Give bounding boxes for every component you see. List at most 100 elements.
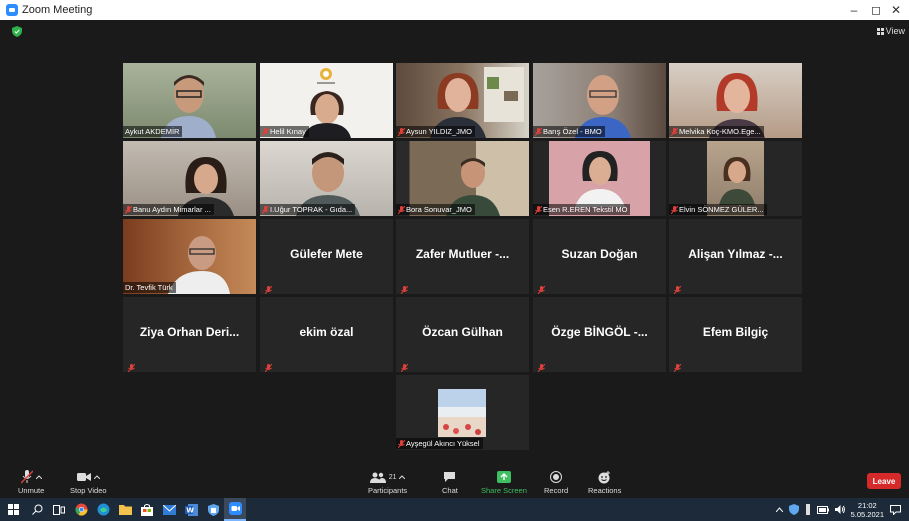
participant-tile[interactable]: Özcan Gülhan	[396, 297, 529, 372]
participant-tile[interactable]: Aysun YILDIZ_JMO	[396, 63, 529, 138]
muted-mic-icon	[673, 359, 682, 372]
participant-tile[interactable]: Esen R.EREN Tekstil MO	[533, 141, 666, 216]
chrome-icon	[74, 503, 87, 516]
muted-mic-icon	[264, 359, 273, 372]
participant-tile[interactable]: Elvin SÖNMEZ GÜLER...	[669, 141, 802, 216]
unmute-button[interactable]: Unmute	[18, 468, 44, 495]
participant-name: Özge BİNGÖL -...	[551, 325, 648, 339]
participant-tile[interactable]: ekim özal	[260, 297, 393, 372]
chevron-up-icon[interactable]	[399, 475, 406, 479]
share-screen-button[interactable]: Share Screen	[481, 468, 527, 495]
muted-mic-icon	[261, 205, 270, 214]
notification-center-icon[interactable]	[890, 504, 901, 515]
participant-tile[interactable]: Bora Sonuvar_JMO	[396, 141, 529, 216]
view-label: View	[885, 26, 905, 36]
participant-name-label: Esen R.EREN Tekstil MO	[533, 204, 631, 215]
zoom-icon	[228, 502, 242, 515]
speaker-volume-icon[interactable]	[834, 505, 845, 514]
participant-tile[interactable]: Helil Kınay	[260, 63, 393, 138]
participant-tile-active-speaker[interactable]: Dr. Tevfik Türk	[123, 219, 256, 294]
muted-mic-icon	[127, 359, 136, 372]
participants-icon	[369, 472, 386, 483]
participant-name-label: Aykut AKDEMİR	[123, 126, 183, 137]
participant-name-label: Dr. Tevfik Türk	[123, 282, 176, 293]
participant-name: Özcan Gülhan	[422, 325, 503, 339]
participant-tile[interactable]: Aykut AKDEMİR	[123, 63, 256, 138]
taskbar-app-zoom[interactable]	[224, 498, 246, 521]
participant-name-label: Bora Sonuvar_JMO	[396, 204, 475, 215]
taskbar-app-chrome[interactable]	[70, 498, 92, 521]
participant-tile[interactable]: Suzan Doğan	[533, 219, 666, 294]
participant-tile[interactable]: Efem Bilgiç	[669, 297, 802, 372]
edge-icon	[97, 503, 109, 516]
unmute-label: Unmute	[18, 486, 45, 495]
participant-tile[interactable]: Gülefer Mete	[260, 219, 393, 294]
muted-mic-icon	[670, 127, 679, 136]
taskbar-app-store[interactable]	[136, 498, 158, 521]
windows-taskbar: W 21:02 5.05.2021	[0, 498, 909, 521]
participant-tile[interactable]: Melvika Koç-KMO.Ege...	[669, 63, 802, 138]
share-screen-icon	[496, 471, 511, 483]
taskbar-app-word[interactable]: W	[180, 498, 202, 521]
taskbar-app-file-explorer[interactable]	[114, 498, 136, 521]
participant-name-label: Barış Özel - BMO	[533, 126, 605, 137]
record-label: Record	[544, 486, 569, 495]
participant-name-label: Melvika Koç-KMO.Ege...	[669, 126, 764, 137]
muted-mic-icon	[400, 281, 409, 294]
shield-icon	[207, 503, 219, 516]
participants-button[interactable]: 21 Participants	[368, 468, 407, 495]
stop-video-button[interactable]: Stop Video	[70, 468, 107, 495]
task-view-button[interactable]	[48, 498, 70, 521]
taskbar-search-button[interactable]	[26, 498, 48, 521]
muted-mic-icon	[537, 281, 546, 294]
muted-mic-icon	[670, 205, 679, 214]
stop-video-label: Stop Video	[70, 486, 107, 495]
participant-name-label: Banu Aydın Mimarlar ...	[123, 204, 214, 215]
participant-tile[interactable]: Ayşegül Akıncı Yüksel	[396, 375, 529, 450]
mail-icon	[162, 504, 176, 515]
windows-start-button[interactable]	[0, 498, 26, 521]
muted-mic-icon	[397, 205, 406, 214]
taskbar-app-mail[interactable]	[158, 498, 180, 521]
participant-tile[interactable]: Ziya Orhan Deri...	[123, 297, 256, 372]
meeting-toolbar: Unmute Stop Video 21 Participants Chat S…	[0, 465, 909, 498]
profile-picture	[438, 389, 486, 437]
muted-mic-icon	[537, 359, 546, 372]
leave-meeting-button[interactable]: Leave	[867, 473, 901, 489]
muted-mic-icon	[534, 127, 543, 136]
participant-tile[interactable]: I.Uğur TOPRAK - Gıda...	[260, 141, 393, 216]
reactions-label: Reactions	[588, 486, 622, 495]
close-button[interactable]: ✕	[882, 0, 909, 20]
record-button[interactable]: Record	[544, 468, 568, 495]
participant-tile[interactable]: Zafer Mutluer -...	[396, 219, 529, 294]
clock-date: 5.05.2021	[850, 509, 884, 519]
smiley-reaction-icon	[598, 470, 611, 483]
folder-icon	[118, 505, 132, 515]
taskbar-app-security[interactable]	[202, 498, 224, 521]
participant-tile[interactable]: Barış Özel - BMO	[533, 63, 666, 138]
battery-icon[interactable]	[816, 505, 829, 514]
chevron-up-icon[interactable]	[35, 475, 42, 479]
muted-mic-icon	[261, 127, 270, 136]
logo-emblem-icon	[317, 68, 335, 84]
defender-shield-icon[interactable]	[788, 504, 799, 515]
task-view-icon	[53, 504, 65, 515]
usb-drive-icon[interactable]	[805, 504, 811, 515]
muted-mic-icon	[534, 205, 543, 214]
participant-name-label: Elvin SÖNMEZ GÜLER...	[669, 204, 767, 215]
chevron-up-icon[interactable]	[775, 507, 783, 512]
taskbar-app-edge[interactable]	[92, 498, 114, 521]
reactions-button[interactable]: Reactions	[588, 468, 621, 495]
taskbar-clock[interactable]: 21:02 5.05.2021	[851, 501, 884, 519]
encryption-shield-icon[interactable]	[12, 26, 22, 37]
participant-name: Ziya Orhan Deri...	[139, 325, 240, 339]
participant-tile[interactable]: Alişan Yılmaz -...	[669, 219, 802, 294]
windows-logo-icon	[7, 504, 19, 515]
view-button[interactable]: View	[876, 26, 905, 36]
muted-mic-icon	[124, 205, 133, 214]
chat-button[interactable]: Chat	[442, 468, 458, 495]
chevron-up-icon[interactable]	[93, 475, 100, 479]
participant-name: Suzan Doğan	[561, 247, 638, 261]
participant-tile[interactable]: Banu Aydın Mimarlar ...	[123, 141, 256, 216]
participant-tile[interactable]: Özge BİNGÖL -...	[533, 297, 666, 372]
